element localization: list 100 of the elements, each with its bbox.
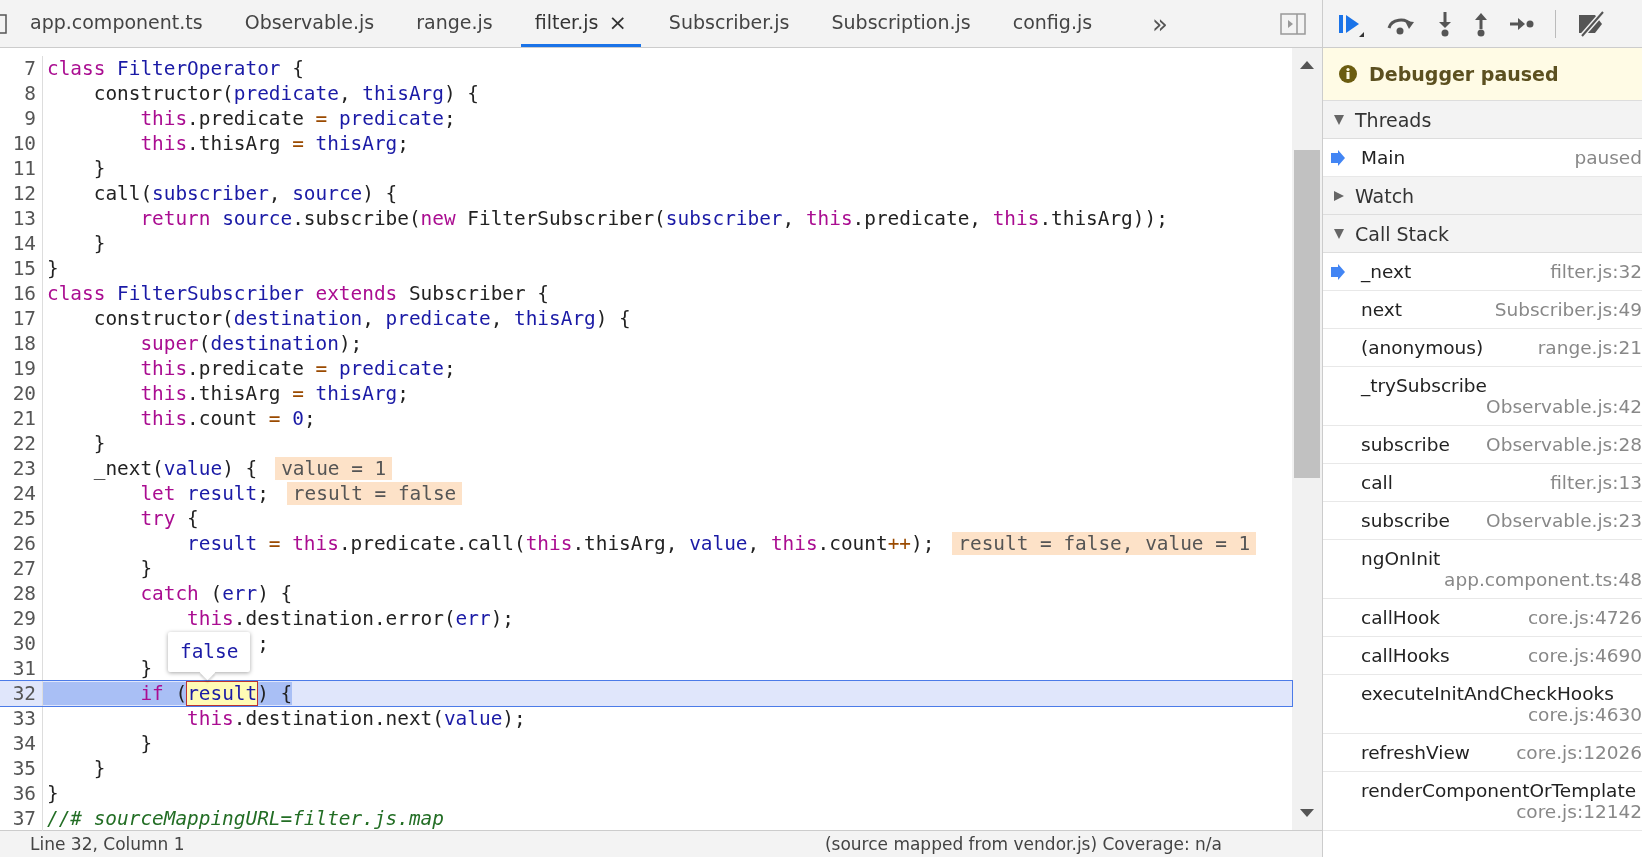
line-number: 16 [0,281,43,306]
call-frame[interactable]: callHooks core.js:4690 [1323,637,1642,675]
line-number: 9 [0,106,43,131]
code-line: this.predicate = predicate; [140,107,456,130]
line-number: 17 [0,306,43,331]
code-line: } [93,432,106,455]
scroll-up-icon[interactable] [1300,60,1314,70]
line-number: 36 [0,781,43,806]
frame-location: core.js:4726 [1526,607,1642,628]
function-name: call [1361,472,1393,493]
code-line: class FilterOperator { [47,57,304,80]
frame-location: core.js:12026 [1515,742,1642,763]
call-frame[interactable]: subscribe Observable.js:23 [1323,502,1642,540]
function-name: _next [1361,261,1412,282]
line-number: 29 [0,606,43,631]
line-number: 13 [0,206,43,231]
close-tab-button[interactable]: × [608,9,627,35]
code-line: constructor(destination, predicate, thisArg) { [93,307,631,330]
function-name: _trySubscribe [1361,375,1487,396]
panel-toggle-icon[interactable] [1280,12,1306,35]
function-name: subscribe [1361,434,1450,455]
line-number: 22 [0,431,43,456]
code-line: super(destination); [140,332,363,355]
call-frame[interactable]: refreshView core.js:12026 [1323,734,1642,772]
scrollbar[interactable] [1292,48,1322,830]
section-header[interactable]: Threads [1323,101,1642,139]
code-line: return source.subscribe(new FilterSubscriber(subscriber, this.predicate, this.thisArg)); [140,207,1168,230]
thread-name: Main [1361,147,1406,168]
code-line: } [47,257,59,280]
line-number: 15 [0,256,43,281]
file-tab[interactable]: filter.js × [520,0,641,47]
line-number: 25 [0,506,43,531]
file-tab[interactable]: range.js [402,0,507,47]
call-frame[interactable]: ngOnInit app.component.ts:48 [1323,540,1642,599]
frame-location: core.js:4690 [1526,645,1642,666]
file-tab[interactable]: app.component.ts [16,0,217,47]
call-frame[interactable]: subscribe Observable.js:28 [1323,426,1642,464]
code-line: let result; [140,482,269,505]
call-frame[interactable]: next Subscriber.js:49 [1323,291,1642,329]
call-frame[interactable]: _next filter.js:32 [1323,253,1642,291]
code-line: _next(value) { [93,457,258,480]
frame-location: Observable.js:23 [1485,510,1642,531]
step-icon[interactable] [1509,15,1535,32]
function-name: renderComponentOrTemplate [1361,780,1637,801]
function-name: subscribe [1361,510,1450,531]
line-number: 33 [0,706,43,731]
code-line: this.thisArg = thisArg; [140,132,409,155]
function-name: (anonymous) [1361,337,1484,358]
code-line: try { [140,507,199,530]
code-line: constructor(predicate, thisArg) { [93,82,479,105]
step-into-icon[interactable] [1437,10,1453,37]
frame-location: Observable.js:28 [1485,434,1642,455]
file-tab[interactable]: config.js [998,0,1107,47]
line-number: 7 [0,56,43,81]
file-tab[interactable]: Subscriber.js [654,0,804,47]
function-name: next [1361,299,1402,320]
scroll-down-icon[interactable] [1300,808,1314,818]
frame-location: app.component.ts:48 [1443,569,1642,590]
code-line: this.count = 0; [140,407,316,430]
function-name: refreshView [1361,742,1470,763]
call-frame[interactable]: callHook core.js:4726 [1323,599,1642,637]
info-icon [1339,65,1357,83]
frame-location: core.js:12142 [1515,801,1642,822]
function-name: callHooks [1361,645,1450,666]
code-line: this.predicate = predicate; [140,357,456,380]
line-number: 14 [0,231,43,256]
more-tabs-button[interactable]: » [1152,8,1169,39]
file-tab[interactable]: Observable.js [230,0,389,47]
line-number: 30 [0,631,43,656]
section-header[interactable]: Watch [1323,177,1642,215]
line-number: 19 [0,356,43,381]
inline-value: result = false [286,482,463,505]
call-frame[interactable]: call filter.js:13 [1323,464,1642,502]
code-line: class FilterSubscriber extends Subscriber { [47,282,549,305]
line-number: 34 [0,731,43,756]
function-name: callHook [1361,607,1441,628]
code-line: } [93,232,106,255]
code-line: } [140,732,153,755]
deactivate-breakpoints-icon[interactable] [1576,10,1606,37]
sidebar-toggle-icon[interactable] [0,12,8,35]
call-frame[interactable]: renderComponentOrTemplate core.js:12142 [1323,772,1642,831]
file-tab[interactable]: Subscription.js [817,0,985,47]
code-line: } [140,557,153,580]
line-number: 8 [0,81,43,106]
frame-location: filter.js:13 [1549,472,1642,493]
frame-location: Observable.js:42 [1486,396,1642,417]
inline-value: value = 1 [275,457,393,480]
code-line: //# sourceMappingURL=filter.js.map [47,807,444,830]
code-line: } [93,757,106,780]
call-frame[interactable]: _trySubscribe Observable.js:42 [1323,367,1642,426]
code-line: if (result) { [140,682,293,705]
line-number: 18 [0,331,43,356]
code-line: catch (err) { [140,582,293,605]
line-number: 35 [0,756,43,781]
banner-text: Debugger paused [1369,63,1559,85]
code-line: this.destination.next(value); [187,707,526,730]
line-number: 27 [0,556,43,581]
call-frame[interactable]: (anonymous) range.js:21 [1323,329,1642,367]
section-header[interactable]: Call Stack [1323,215,1642,253]
call-frame[interactable]: executeInitAndCheckHooks core.js:4630 [1323,675,1642,734]
